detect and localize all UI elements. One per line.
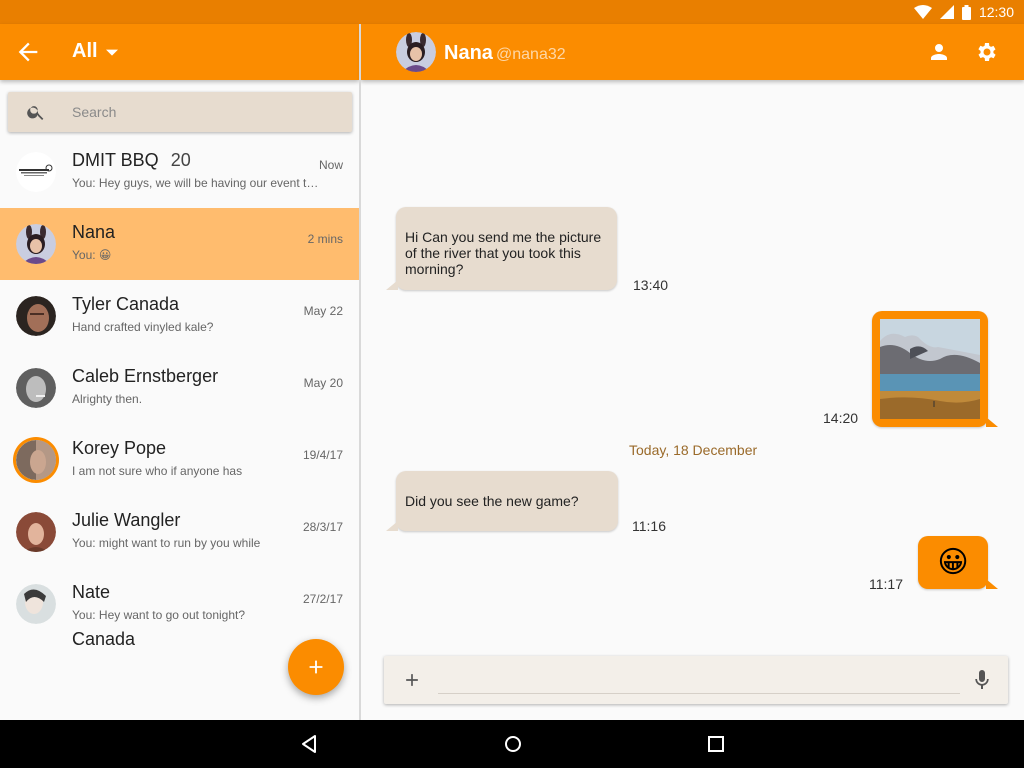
arrow-back-icon <box>18 42 38 62</box>
nav-back-button[interactable] <box>297 732 321 756</box>
conversation-tyler-canada[interactable]: Tyler Canada Hand crafted vinyled kale? … <box>0 280 359 352</box>
contact-avatar[interactable] <box>396 32 436 72</box>
conversation-time: May 22 <box>303 304 343 318</box>
avatar <box>16 584 56 624</box>
panel-divider <box>359 24 361 720</box>
search-input[interactable] <box>72 104 312 120</box>
wifi-icon <box>913 5 932 19</box>
signal-icon <box>939 5 954 19</box>
contact-handle: @nana32 <box>496 46 566 63</box>
conversation-nana[interactable]: Nana You: 😀 2 mins <box>0 208 359 280</box>
conversation-preview: You: 😀 <box>72 248 112 262</box>
conversation-preview: Hand crafted vinyled kale? <box>72 320 214 334</box>
shared-photo[interactable] <box>880 319 980 419</box>
message-time: 11:17 <box>869 576 903 592</box>
conversation-list: DMIT BBQ 20 You: Hey guys, we will be hav… <box>0 136 359 640</box>
conversation-korey-pope[interactable]: Korey Pope I am not sure who if anyone h… <box>0 424 359 496</box>
message-bubble-incoming[interactable]: Hi Can you send me the picture of the ri… <box>386 207 617 290</box>
avatar <box>16 440 56 480</box>
message-bubble-incoming[interactable]: Did you see the new game? <box>386 471 618 531</box>
message-time: 14:20 <box>823 410 859 426</box>
conversation-preview: You: might want to run by you while <box>72 536 261 550</box>
conversation-preview: I am not sure who if anyone has <box>72 464 243 478</box>
conversation-name: DMIT BBQ <box>72 150 159 170</box>
contact-profile-button[interactable] <box>927 40 951 64</box>
new-conversation-button[interactable] <box>288 639 344 695</box>
contact-name: Nana <box>444 42 493 64</box>
avatar <box>16 296 56 336</box>
triangle-back-icon <box>302 735 316 753</box>
voice-input-button[interactable] <box>970 668 994 692</box>
conversation-name: Nate <box>72 582 111 602</box>
conversation-preview: You: Hey guys, we will be having our eve… <box>72 176 322 190</box>
conversation-caleb-ernstberger[interactable]: Caleb Ernstberger Alrighty then. May 20 <box>0 352 359 424</box>
conversation-time: 27/2/17 <box>302 592 343 606</box>
status-bar: 12:30 <box>0 0 1024 24</box>
conversation-time: 2 mins <box>307 232 343 246</box>
message-bubble-outgoing-photo[interactable] <box>872 311 998 427</box>
conversation-time: Now <box>318 158 343 172</box>
square-recents-icon <box>708 736 724 752</box>
conversation-name: Julie Wangler <box>72 510 181 530</box>
conversation-name: Nana <box>72 222 116 242</box>
conversation-panel: DMIT BBQ 20 You: Hey guys, we will be hav… <box>0 80 359 720</box>
chat-app-bar: Nana @nana32 <box>361 24 1024 80</box>
circle-home-icon <box>505 736 521 752</box>
message-time: 11:16 <box>632 518 666 534</box>
back-button[interactable] <box>14 38 42 66</box>
avatar <box>16 512 56 552</box>
attach-button[interactable] <box>402 670 422 690</box>
microphone-icon <box>975 670 989 689</box>
conversation-time: 19/4/17 <box>302 448 343 462</box>
message-input[interactable] <box>438 666 960 694</box>
conversation-preview: You: Hey want to go out tonight? <box>72 608 246 622</box>
conversation-name: Korey Pope <box>72 438 167 458</box>
settings-button[interactable] <box>975 40 999 64</box>
avatar <box>16 152 56 192</box>
plus-icon <box>406 674 418 686</box>
nav-home-button[interactable] <box>501 732 525 756</box>
conversation-name: Tyler Canada <box>72 294 180 314</box>
emoji: 😀 <box>937 545 969 579</box>
message-text: Did you see the new game? <box>405 493 579 509</box>
message-bubble-outgoing-emoji[interactable]: 😀 <box>918 536 998 589</box>
nav-recents-button[interactable] <box>704 732 728 756</box>
filter-label: All <box>72 40 98 62</box>
conversation-nate[interactable]: Nate You: Hey want to go out tonight? 27… <box>0 568 359 640</box>
system-navigation-bar <box>0 720 1024 768</box>
gear-icon <box>978 43 996 61</box>
date-separator: Today, 18 December <box>629 442 758 458</box>
clock: 12:30 <box>978 4 1014 20</box>
plus-icon <box>309 660 323 674</box>
message-composer <box>384 656 1008 704</box>
member-count: 20 <box>170 150 191 170</box>
conversation-list-app-bar: All <box>0 24 359 80</box>
dropdown-arrow-icon <box>105 49 118 56</box>
conversation-name-continued: Canada <box>72 629 136 649</box>
battery-icon <box>961 4 971 20</box>
conversation-name: Caleb Ernstberger <box>72 366 219 386</box>
conversation-julie-wangler[interactable]: Julie Wangler You: might want to run by … <box>0 496 359 568</box>
chat-area: Hi Can you send me the picture of the ri… <box>361 80 1024 720</box>
conversation-dmit-bbq[interactable]: DMIT BBQ 20 You: Hey guys, we will be hav… <box>0 136 359 208</box>
person-icon <box>931 44 947 60</box>
conversation-time: May 20 <box>303 376 343 390</box>
avatar <box>16 368 56 408</box>
message-text: Hi Can you send me the picture of the ri… <box>405 229 602 277</box>
search-icon <box>27 106 44 120</box>
message-time: 13:40 <box>633 277 669 293</box>
search-box[interactable] <box>8 92 352 132</box>
conversation-time: 28/3/17 <box>302 520 343 534</box>
avatar <box>16 224 56 264</box>
filter-dropdown[interactable]: All <box>72 40 118 63</box>
conversation-preview: Alrighty then. <box>72 392 143 406</box>
